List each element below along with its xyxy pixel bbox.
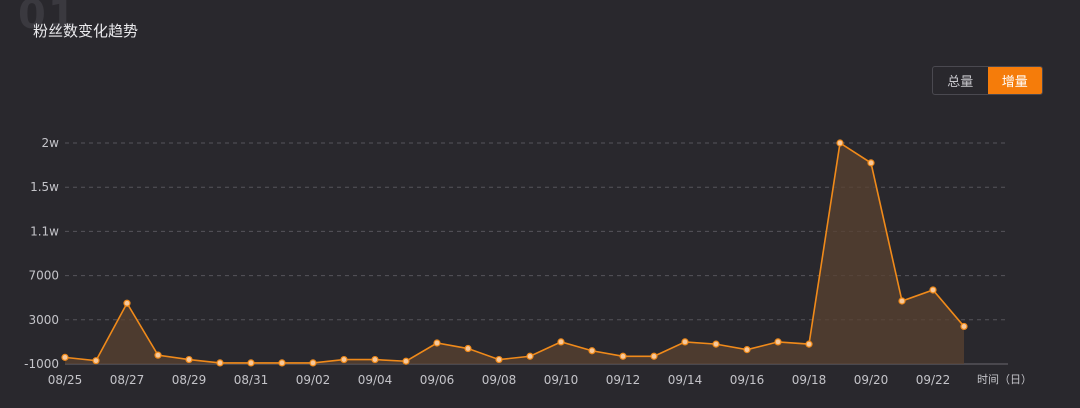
- data-point[interactable]: [588, 347, 596, 355]
- x-tick-label: 09/08: [482, 373, 517, 387]
- x-tick-label: 08/31: [234, 373, 269, 387]
- area-fill: [65, 143, 964, 364]
- data-point[interactable]: [681, 338, 689, 346]
- data-point[interactable]: [495, 355, 503, 364]
- data-point[interactable]: [743, 346, 751, 354]
- data-point[interactable]: [154, 351, 162, 359]
- data-point[interactable]: [526, 352, 534, 360]
- data-point[interactable]: [898, 297, 906, 305]
- data-point[interactable]: [340, 355, 348, 364]
- data-point[interactable]: [650, 352, 658, 360]
- data-point[interactable]: [92, 357, 100, 365]
- x-tick-label: 08/25: [48, 373, 83, 387]
- x-tick-label: 08/27: [110, 373, 145, 387]
- y-tick-label: 1.1w: [30, 224, 59, 238]
- x-tick-label: 09/20: [854, 373, 889, 387]
- data-point[interactable]: [433, 339, 441, 347]
- data-point[interactable]: [712, 340, 720, 348]
- data-point[interactable]: [464, 344, 472, 353]
- data-point[interactable]: [774, 338, 782, 346]
- data-point[interactable]: [960, 322, 968, 331]
- x-tick-label: 08/29: [172, 373, 207, 387]
- y-tick-label: -1000: [24, 357, 59, 371]
- data-point[interactable]: [61, 353, 69, 361]
- x-tick-label: 09/18: [792, 373, 827, 387]
- data-point[interactable]: [402, 357, 410, 365]
- x-axis-ticks: 08/25 08/27 08/29 08/31 09/02 09/04 09/06 09/08…: [48, 373, 951, 387]
- data-point[interactable]: [805, 340, 813, 348]
- data-point[interactable]: [619, 352, 627, 360]
- y-tick-label: 3000: [28, 313, 59, 327]
- data-point[interactable]: [247, 359, 255, 367]
- fans-trend-chart: -1000300070001.1w1.5w2w 08/25 08/27 08/29 0…: [24, 136, 1032, 387]
- data-point[interactable]: [278, 359, 286, 367]
- data-point[interactable]: [371, 355, 379, 364]
- x-tick-label: 09/06: [420, 373, 455, 387]
- data-point[interactable]: [929, 286, 937, 294]
- x-tick-label: 09/22: [916, 373, 951, 387]
- x-tick-label: 09/10: [544, 373, 579, 387]
- data-point[interactable]: [185, 355, 193, 364]
- x-tick-label: 09/16: [730, 373, 765, 387]
- y-axis-ticks: -1000 3000 7000 1.1w 1.5w 2w: [24, 136, 59, 371]
- data-point[interactable]: [216, 359, 224, 367]
- x-tick-label: 09/12: [606, 373, 641, 387]
- y-tick-label: 2w: [42, 136, 60, 150]
- x-tick-label: 09/14: [668, 373, 703, 387]
- data-point[interactable]: [557, 338, 565, 346]
- data-point[interactable]: [836, 139, 844, 147]
- data-point[interactable]: [867, 159, 875, 167]
- y-tick-label: 7000: [28, 269, 59, 283]
- data-point[interactable]: [309, 359, 317, 367]
- x-tick-label: 09/04: [358, 373, 393, 387]
- x-axis-label: 时间（日）: [977, 373, 1032, 386]
- data-point[interactable]: [123, 299, 131, 307]
- y-tick-label: 1.5w: [30, 180, 59, 194]
- x-tick-label: 09/02: [296, 373, 331, 387]
